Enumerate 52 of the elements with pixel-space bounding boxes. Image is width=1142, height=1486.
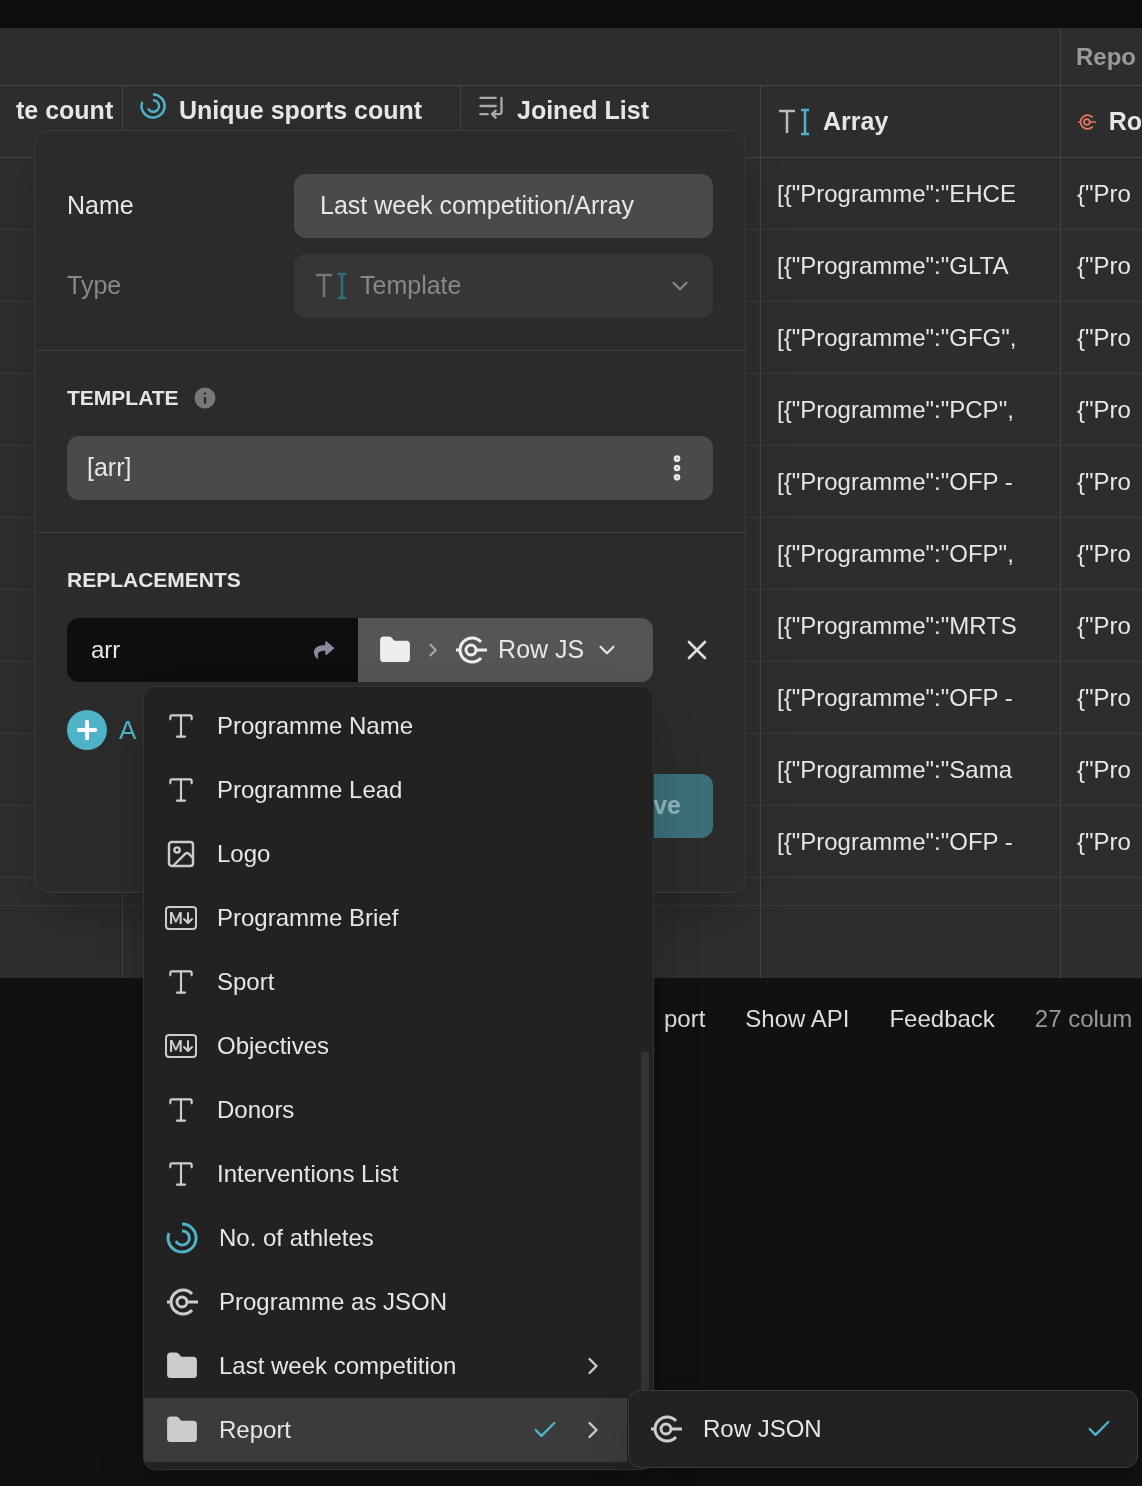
footer-link[interactable]: Show API	[745, 1001, 850, 1037]
menu-item[interactable]: No. of athletes	[144, 1206, 627, 1270]
group-header: Repo	[1076, 41, 1136, 72]
table-cell: [{"Programme":"GLTA	[760, 230, 1060, 301]
table-cell: {"Pro	[1060, 302, 1142, 373]
path-select[interactable]: Row JS	[358, 618, 654, 682]
field-label: Type	[67, 270, 123, 302]
add-link[interactable]: A	[119, 710, 137, 750]
menu-item[interactable]: Last week competition	[144, 1334, 627, 1398]
table-cell: [{"Programme":"OFP -	[760, 662, 1060, 733]
share-icon	[314, 640, 335, 660]
table-cell: {"Pro	[1060, 590, 1142, 661]
table-cell: [{"Programme":"PCP",	[760, 374, 1060, 445]
section-heading: REPLACEMENTS	[67, 567, 242, 594]
field-label: Name	[67, 190, 135, 222]
table-cell: {"Pro	[1060, 374, 1142, 445]
column-header[interactable]: Ro	[1060, 86, 1142, 157]
section-heading: TEMPLATE	[67, 385, 179, 412]
table-cell: {"Pro	[1060, 734, 1142, 805]
template-icon	[314, 271, 348, 301]
menu-item[interactable]: Programme Name	[144, 694, 627, 758]
column-header[interactable]: Array	[760, 86, 1060, 157]
table-cell: {"Pro	[1060, 230, 1142, 301]
add-icon[interactable]	[67, 710, 107, 750]
template-icon	[777, 106, 811, 137]
template-field[interactable]: [arr]	[67, 436, 713, 500]
table-cell: [{"Programme":"OFP -	[760, 806, 1060, 877]
table-cell: {"Pro	[1060, 806, 1142, 877]
footer-link[interactable]: port	[664, 1001, 706, 1037]
table-cell: [{"Programme":"OFP -	[760, 446, 1060, 517]
menu-item[interactable]: Report	[144, 1398, 627, 1462]
table-cell: {"Pro	[1060, 158, 1142, 229]
menu-item[interactable]: Row JSON	[629, 1397, 1137, 1461]
menu-item[interactable]: Donors	[144, 1078, 627, 1142]
column-count: 27 colum	[1034, 1004, 1133, 1034]
table-cell: [{"Programme":"OFP",	[760, 518, 1060, 589]
table-cell: [{"Programme":"MRTS	[760, 590, 1060, 661]
name-field[interactable]: Last week competition/Array	[294, 174, 713, 238]
table-cell: {"Pro	[1060, 446, 1142, 517]
menu-item[interactable]: Programme Brief	[144, 886, 627, 950]
footer-link[interactable]: Feedback	[889, 1001, 995, 1037]
table-cell: [{"Programme":"GFG",	[760, 302, 1060, 373]
menu-item[interactable]: Objectives	[144, 1014, 627, 1078]
table-cell: {"Pro	[1060, 518, 1142, 589]
menu-item[interactable]: Interventions List	[144, 1142, 627, 1206]
key-field[interactable]: arr	[67, 618, 359, 682]
menu-item[interactable]: Programme as JSON	[144, 1270, 627, 1334]
table-cell: [{"Programme":"EHCE	[760, 158, 1060, 229]
table-cell: {"Pro	[1060, 662, 1142, 733]
table-cell: [{"Programme":"Sama	[760, 734, 1060, 805]
menu-item[interactable]: Sport	[144, 950, 627, 1014]
image-icon	[165, 838, 197, 870]
